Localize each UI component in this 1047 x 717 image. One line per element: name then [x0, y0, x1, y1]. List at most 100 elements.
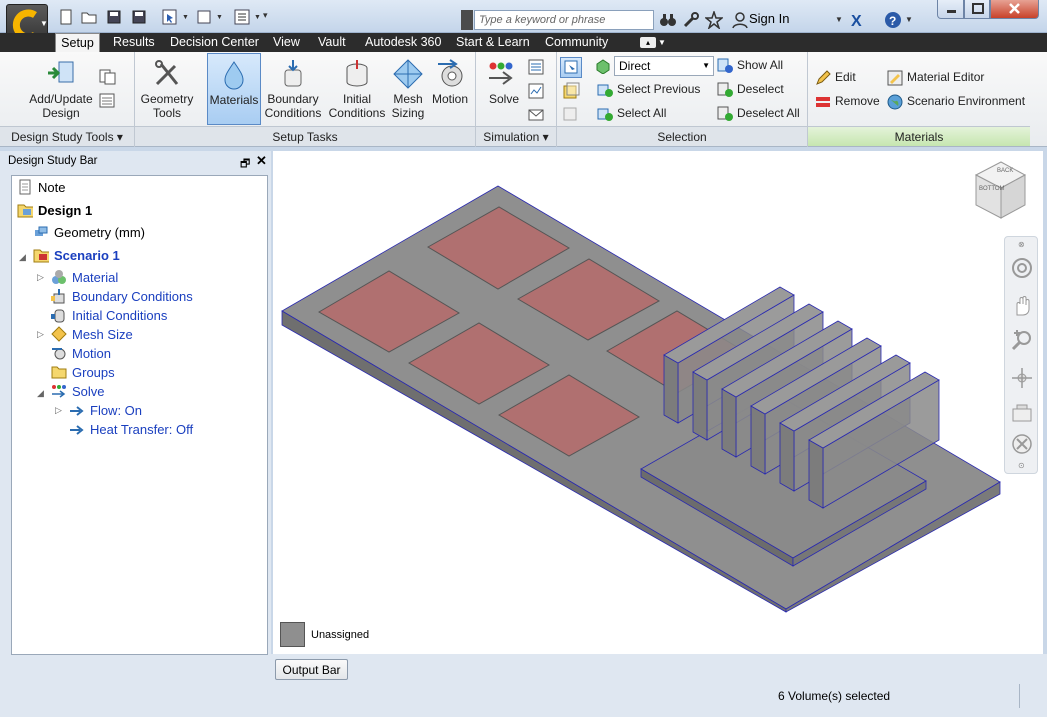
heatsink-fin[interactable] — [663, 354, 679, 424]
chevron-down-icon[interactable]: ▼ — [658, 38, 666, 47]
qat-customize-icon[interactable]: ▾ — [263, 10, 268, 21]
chevron-down-icon[interactable]: ▼ — [254, 14, 261, 21]
edit-material-button[interactable]: Edit — [815, 70, 856, 86]
float-panel-icon[interactable]: 🗗 — [240, 155, 250, 174]
tree-item-geometry[interactable]: Geometry (mm) — [33, 224, 145, 240]
deselect-button[interactable]: Deselect — [717, 82, 784, 98]
design-study-tools-panel-label[interactable]: Design Study Tools ▾ — [0, 126, 134, 146]
tree-item-motion[interactable]: Motion — [51, 345, 111, 361]
heatsink-fin[interactable] — [808, 439, 824, 509]
maximize-button[interactable] — [964, 0, 990, 19]
expand-icon[interactable]: ▷ — [55, 405, 62, 416]
tree-item-material[interactable]: Material — [51, 269, 118, 285]
chevron-down-icon[interactable]: ▼ — [905, 15, 913, 24]
show-all-button[interactable]: Show All — [717, 58, 783, 74]
chevron-down-icon[interactable]: ▼ — [216, 14, 223, 21]
binoculars-icon[interactable] — [659, 11, 677, 29]
tab-results[interactable]: Results — [113, 33, 155, 52]
email-notify-icon[interactable] — [528, 107, 544, 126]
mesh-sizing-button[interactable]: Mesh Sizing — [388, 58, 428, 120]
nav-close-icon[interactable]: ⊗ — [1018, 240, 1025, 249]
tab-decision-center[interactable]: Decision Center — [170, 33, 259, 52]
view-box-icon[interactable] — [1011, 403, 1033, 428]
user-icon[interactable] — [731, 11, 749, 29]
collapse-icon[interactable]: ◢ — [19, 252, 26, 263]
boundary-conditions-button[interactable]: Boundary Conditions — [264, 58, 322, 120]
tab-community[interactable]: Community — [545, 33, 608, 52]
view-cube[interactable]: BACK BOTTOM — [973, 160, 1029, 222]
chevron-down-icon[interactable]: ▼ — [835, 15, 843, 24]
tree-item-boundary-conditions[interactable]: Boundary Conditions — [51, 288, 193, 304]
new-file-icon[interactable] — [58, 9, 74, 25]
tree-item-groups[interactable]: Groups — [51, 364, 115, 380]
heatsink-fin[interactable] — [721, 388, 737, 458]
expand-icon[interactable]: ▷ — [37, 329, 44, 340]
geometry-tools-button[interactable]: Geometry Tools — [138, 58, 196, 120]
initial-conditions-button[interactable]: Initial Conditions — [328, 58, 386, 120]
select-all-button[interactable]: Select All — [597, 106, 666, 122]
close-panel-icon[interactable]: ✕ — [256, 153, 267, 169]
tree-item-note[interactable]: Note — [17, 179, 65, 195]
tree-item-initial-conditions[interactable]: Initial Conditions — [51, 307, 167, 323]
material-editor-button[interactable]: Material Editor — [887, 70, 984, 86]
solve-button[interactable]: Solve — [484, 58, 524, 106]
look-at-icon[interactable] — [1011, 433, 1033, 458]
select-volume-button[interactable] — [560, 57, 582, 78]
collapse-icon[interactable]: ◢ — [37, 388, 44, 399]
tab-vault[interactable]: Vault — [318, 33, 346, 52]
simulation-panel-label[interactable]: Simulation ▾ — [476, 126, 556, 146]
heatsink-fin[interactable] — [779, 422, 795, 492]
wrench-icon[interactable] — [682, 11, 700, 29]
output-bar-button[interactable]: Output Bar — [275, 659, 348, 680]
select-previous-button[interactable]: Select Previous — [597, 82, 700, 98]
deselect-all-button[interactable]: Deselect All — [717, 106, 800, 122]
tab-start-learn[interactable]: Start & Learn — [456, 33, 530, 52]
new-page-icon[interactable] — [196, 9, 212, 25]
help-icon[interactable]: ? — [884, 11, 902, 29]
materials-button[interactable]: Materials — [207, 53, 261, 125]
minimize-button[interactable] — [937, 0, 964, 19]
tree-item-design[interactable]: Design 1 — [17, 202, 92, 218]
tree-item-mesh-size[interactable]: Mesh Size — [51, 326, 133, 342]
ribbon-minimize-icon[interactable]: ▴ — [640, 37, 656, 48]
select-icon[interactable] — [162, 9, 178, 25]
nav-options-icon[interactable]: ⊙ — [1018, 461, 1025, 470]
chevron-down-icon[interactable]: ▼ — [182, 14, 189, 21]
sign-in-button[interactable]: Sign In — [749, 11, 789, 26]
copy-design-icon[interactable] — [99, 69, 117, 85]
tree-item-scenario[interactable]: Scenario 1 — [33, 247, 120, 263]
chevron-down-icon[interactable]: ▼ — [40, 19, 48, 28]
zoom-icon[interactable] — [1011, 329, 1033, 354]
remove-material-button[interactable]: Remove — [815, 94, 880, 110]
tab-setup[interactable]: Setup — [55, 33, 100, 52]
scenario-environment-button[interactable]: Scenario Environment — [887, 94, 1025, 110]
star-icon[interactable] — [703, 9, 725, 31]
add-update-design-button[interactable]: Add/Update Design — [25, 58, 97, 120]
save-as-icon[interactable] — [131, 9, 147, 25]
heatsink-fin[interactable] — [750, 405, 766, 475]
steering-wheel-icon[interactable] — [1011, 257, 1033, 282]
solve-list-icon[interactable] — [528, 59, 544, 78]
tree-item-flow[interactable]: Flow: On — [69, 402, 142, 418]
tree-item-solve[interactable]: Solve — [51, 383, 105, 399]
exchange-x-icon[interactable]: X — [849, 11, 867, 30]
pan-hand-icon[interactable] — [1011, 295, 1033, 320]
orbit-icon[interactable] — [1011, 367, 1033, 392]
search-input[interactable]: Type a keyword or phrase — [474, 10, 654, 30]
close-button[interactable] — [990, 0, 1039, 19]
open-folder-icon[interactable] — [81, 9, 97, 25]
heatsink-fin[interactable] — [692, 371, 708, 441]
run-monitor-icon[interactable] — [528, 83, 544, 102]
select-edge-icon[interactable] — [562, 104, 580, 125]
design-list-icon[interactable] — [99, 93, 117, 109]
model-canvas[interactable] — [273, 151, 1043, 654]
model-viewport[interactable]: Unassigned BACK BOTTOM — [273, 151, 1043, 654]
selection-mode-dropdown[interactable]: Direct ▼ — [614, 56, 714, 76]
view-options-icon[interactable] — [234, 9, 250, 25]
tab-view[interactable]: View — [273, 33, 300, 52]
tab-autodesk-360[interactable]: Autodesk 360 — [365, 33, 441, 52]
search-expander[interactable] — [461, 10, 473, 30]
select-surface-icon[interactable] — [562, 82, 580, 103]
save-icon[interactable] — [106, 9, 122, 25]
tree-item-heat-transfer[interactable]: Heat Transfer: Off — [69, 421, 193, 437]
